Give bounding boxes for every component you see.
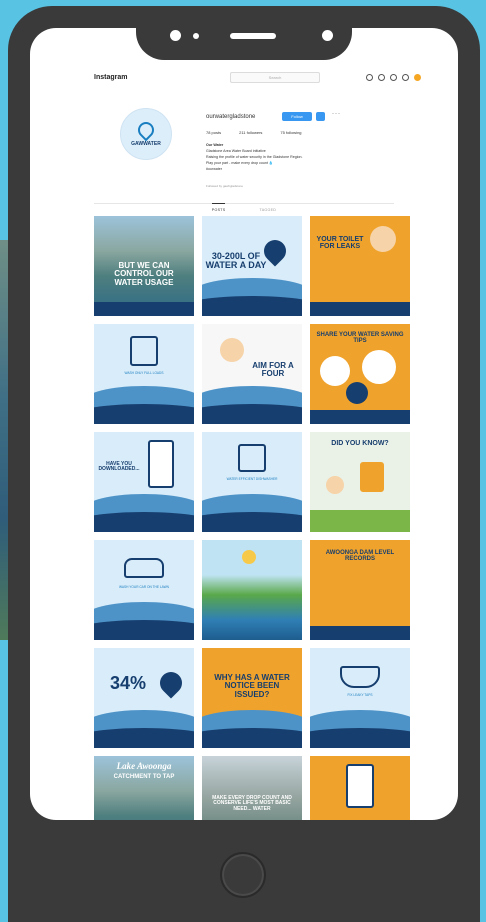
phone-screen: Instagram Search GAWWATER ourwatergladst… xyxy=(30,28,458,820)
wave-decoration xyxy=(94,728,194,748)
avatar-logo-text: GAWWATER xyxy=(131,140,161,147)
post-tile[interactable]: WHY HAS A WATER NOTICE BEEN ISSUED? xyxy=(202,648,302,748)
post-tile[interactable]: SHARE YOUR WATER SAVING TIPS xyxy=(310,324,410,424)
post-tile[interactable]: WASH ONLY FULL LOADS xyxy=(94,324,194,424)
post-tile[interactable]: FIX LEAKY TAPS xyxy=(310,648,410,748)
header-icons xyxy=(366,74,421,81)
instagram-header: Instagram Search xyxy=(30,68,458,90)
speech-bubble xyxy=(362,350,396,384)
post-title: HAVE YOU DOWNLOADED... xyxy=(98,461,140,473)
phone-icon xyxy=(148,440,174,488)
post-caption: WATER EFFICIENT DISHWASHER xyxy=(226,477,278,481)
kid-illustration xyxy=(326,476,344,494)
speech-bubble xyxy=(346,382,368,404)
camera-icon xyxy=(322,30,333,41)
water-drop-icon xyxy=(134,118,158,141)
post-title: AIM FOR A FOUR xyxy=(252,361,294,379)
profile-avatar[interactable]: GAWWATER xyxy=(120,108,172,160)
wave-decoration xyxy=(94,620,194,640)
sensor-icon xyxy=(193,33,199,39)
profile-tabs: POSTS TAGGED xyxy=(94,203,394,217)
followers-count[interactable]: 211 followers xyxy=(239,130,262,135)
post-footer xyxy=(310,626,410,640)
post-tile[interactable]: WASH YOUR CAR ON THE LAWN xyxy=(94,540,194,640)
post-tile[interactable]: AIM FOR A FOUR xyxy=(202,324,302,424)
car-icon xyxy=(124,558,164,578)
post-tile[interactable]: WATER EFFICIENT DISHWASHER xyxy=(202,432,302,532)
post-footer xyxy=(310,302,410,316)
kid-illustration xyxy=(370,226,396,252)
search-input[interactable]: Search xyxy=(230,72,320,83)
posts-count: 78 posts xyxy=(206,130,222,135)
profile-bio: Our Water Gladstone Area Water Board ini… xyxy=(206,142,386,172)
post-tile[interactable]: YOUR TOILET FOR LEAKS xyxy=(310,216,410,316)
post-tile[interactable]: HAVE YOU DOWNLOADED... xyxy=(94,432,194,532)
heart-icon[interactable] xyxy=(402,74,409,81)
post-caption: FIX LEAKY TAPS xyxy=(347,693,373,697)
wave-decoration xyxy=(310,728,410,748)
wave-decoration xyxy=(202,296,302,316)
bio-hashtag[interactable]: #ourwater xyxy=(206,166,386,172)
post-tile[interactable] xyxy=(202,540,302,640)
post-tile[interactable] xyxy=(310,756,410,820)
post-tile[interactable]: MAKE EVERY DROP COUNT AND CONSERVE LIFE'… xyxy=(202,756,302,820)
post-tile[interactable]: 30-200L OF WATER A DAY xyxy=(202,216,302,316)
followed-by-text: Followed by gawbgladstone xyxy=(206,184,244,188)
profile-stats: 78 posts 211 followers 75 following xyxy=(206,130,302,135)
phone-icon xyxy=(346,764,374,808)
post-title: YOUR TOILET FOR LEAKS xyxy=(316,236,364,251)
post-title: 30-200L OF WATER A DAY xyxy=(205,251,267,271)
post-title: SHARE YOUR WATER SAVING TIPS xyxy=(316,332,404,345)
camera-icon xyxy=(170,30,181,41)
post-footer xyxy=(94,302,194,316)
post-tile[interactable]: DID YOU KNOW? xyxy=(310,432,410,532)
sink-icon xyxy=(340,666,380,688)
post-title: MAKE EVERY DROP COUNT AND CONSERVE LIFE'… xyxy=(212,795,292,812)
post-caption: WASH YOUR CAR ON THE LAWN xyxy=(119,585,169,589)
posts-grid: BUT WE CAN CONTROL OUR WATER USAGE 30-20… xyxy=(94,216,410,820)
more-options-icon[interactable]: ··· xyxy=(332,111,341,117)
post-title: Lake Awoonga xyxy=(116,761,172,771)
suggested-dropdown-button[interactable] xyxy=(316,112,325,121)
post-tile[interactable]: 34% xyxy=(94,648,194,748)
wave-decoration xyxy=(202,512,302,532)
wave-decoration xyxy=(94,404,194,424)
home-icon[interactable] xyxy=(366,74,373,81)
post-title: BUT WE CAN CONTROL OUR WATER USAGE xyxy=(114,261,174,287)
post-tile[interactable]: Lake Awoonga CATCHMENT TO TAP xyxy=(94,756,194,820)
post-title: DID YOU KNOW? xyxy=(331,440,389,447)
instagram-logo[interactable]: Instagram xyxy=(94,74,127,81)
home-button[interactable] xyxy=(220,852,266,898)
tab-posts[interactable]: POSTS xyxy=(211,203,226,217)
profile-username: ourwatergladstone xyxy=(206,114,256,120)
water-tank-icon xyxy=(360,462,384,492)
post-tile[interactable]: AWOONGA DAM LEVEL RECORDS xyxy=(310,540,410,640)
kid-illustration xyxy=(220,338,244,362)
sun-icon xyxy=(242,550,256,564)
water-drop-icon xyxy=(155,667,187,699)
messenger-icon[interactable] xyxy=(378,74,385,81)
wave-decoration xyxy=(202,404,302,424)
wave-decoration xyxy=(202,728,302,748)
post-tile[interactable]: BUT WE CAN CONTROL OUR WATER USAGE xyxy=(94,216,194,316)
post-subtitle: CATCHMENT TO TAP xyxy=(113,774,175,780)
explore-icon[interactable] xyxy=(390,74,397,81)
dishwasher-icon xyxy=(238,444,266,472)
wave-decoration xyxy=(94,512,194,532)
post-title: AWOONGA DAM LEVEL RECORDS xyxy=(325,550,395,563)
follow-button[interactable]: Follow xyxy=(282,112,312,121)
post-footer xyxy=(310,510,410,532)
post-title: WHY HAS A WATER NOTICE BEEN ISSUED? xyxy=(214,673,290,699)
phone-frame: Instagram Search GAWWATER ourwatergladst… xyxy=(8,6,480,922)
following-count[interactable]: 75 following xyxy=(280,130,301,135)
post-caption: WASH ONLY FULL LOADS xyxy=(124,371,164,375)
speaker-grille xyxy=(230,33,276,39)
speech-bubble xyxy=(320,356,350,386)
washing-machine-icon xyxy=(130,336,158,366)
post-footer xyxy=(310,410,410,424)
profile-avatar-icon[interactable] xyxy=(414,74,421,81)
post-title: 34% xyxy=(109,673,147,693)
